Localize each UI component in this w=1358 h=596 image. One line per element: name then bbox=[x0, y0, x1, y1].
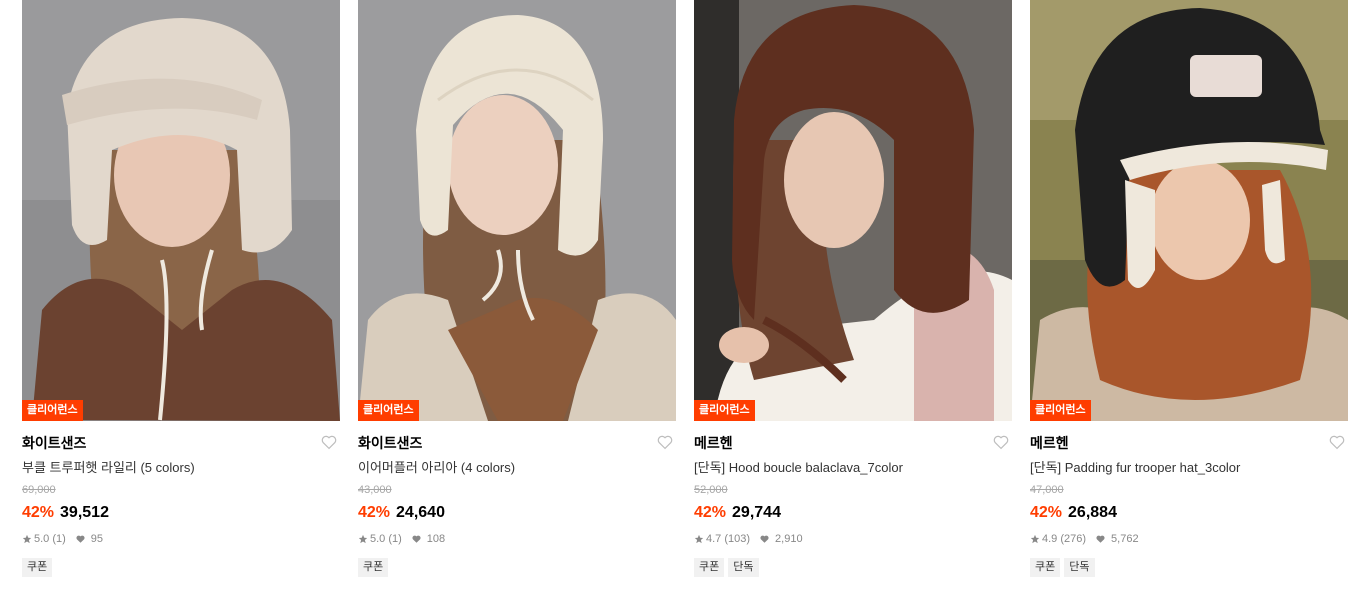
heart-filled-icon bbox=[412, 535, 421, 543]
brand-name[interactable]: 메르헨 bbox=[694, 432, 733, 454]
product-card[interactable]: 클리어런스 화이트샌즈 이어머플러 아리아 (4 colors) 43,000 … bbox=[358, 0, 676, 577]
clearance-tag: 클리어런스 bbox=[694, 400, 755, 421]
review-meta: 4.7 (103) 2,910 bbox=[694, 532, 1012, 546]
price-row: 42% 24,640 bbox=[358, 502, 676, 524]
heart-filled-icon bbox=[1096, 535, 1105, 543]
likes: 2,910 bbox=[759, 532, 803, 546]
price-row: 42% 26,884 bbox=[1030, 502, 1348, 524]
review-meta: 5.0 (1) 95 bbox=[22, 532, 340, 546]
star-icon bbox=[358, 534, 368, 544]
product-card[interactable]: 클리어런스 화이트샌즈 부클 트루퍼햇 라일리 (5 colors) 69,00… bbox=[22, 0, 340, 577]
like-count: 95 bbox=[90, 533, 104, 545]
badge-list: 쿠폰 bbox=[22, 558, 340, 577]
heart-icon[interactable] bbox=[992, 433, 1010, 451]
coupon-badge: 쿠폰 bbox=[358, 558, 389, 577]
product-card[interactable]: 클리어런스 메르헨 [단독] Hood boucle balaclava_7co… bbox=[694, 0, 1012, 577]
star-icon bbox=[1030, 534, 1040, 544]
badge-list: 쿠폰 단독 bbox=[694, 558, 1012, 577]
likes: 108 bbox=[411, 532, 445, 546]
sale-price: 39,512 bbox=[60, 504, 109, 521]
product-name[interactable]: [단독] Padding fur trooper hat_3color bbox=[1030, 459, 1348, 477]
product-name[interactable]: 부클 트루퍼햇 라일리 (5 colors) bbox=[22, 459, 340, 477]
clearance-tag: 클리어런스 bbox=[358, 400, 419, 421]
original-price: 47,000 bbox=[1030, 484, 1064, 496]
clearance-tag: 클리어런스 bbox=[22, 400, 83, 421]
star-icon bbox=[694, 534, 704, 544]
product-grid: 클리어런스 화이트샌즈 부클 트루퍼햇 라일리 (5 colors) 69,00… bbox=[22, 0, 1348, 577]
badge-list: 쿠폰 단독 bbox=[1030, 558, 1348, 577]
like-count: 5,762 bbox=[1111, 533, 1139, 545]
product-image[interactable]: 클리어런스 bbox=[1030, 0, 1348, 421]
product-name[interactable]: [단독] Hood boucle balaclava_7color bbox=[694, 459, 1012, 477]
heart-icon[interactable] bbox=[656, 433, 674, 451]
rating: 4.7 (103) bbox=[706, 533, 751, 545]
original-price: 52,000 bbox=[694, 484, 728, 496]
sale-price: 24,640 bbox=[396, 504, 445, 521]
heart-filled-icon bbox=[76, 535, 85, 543]
badge-list: 쿠폰 bbox=[358, 558, 676, 577]
price-row: 42% 39,512 bbox=[22, 502, 340, 524]
like-count: 2,910 bbox=[775, 533, 803, 545]
brand-name[interactable]: 화이트샌즈 bbox=[22, 432, 86, 454]
star-icon bbox=[22, 534, 32, 544]
price-row: 42% 29,744 bbox=[694, 502, 1012, 524]
product-image[interactable]: 클리어런스 bbox=[358, 0, 676, 421]
sale-price: 26,884 bbox=[1068, 504, 1117, 521]
brand-name[interactable]: 메르헨 bbox=[1030, 432, 1069, 454]
likes: 95 bbox=[75, 532, 103, 546]
rating: 5.0 (1) bbox=[370, 533, 402, 545]
discount-rate: 42% bbox=[358, 504, 391, 521]
product-card[interactable]: 클리어런스 메르헨 [단독] Padding fur trooper hat_3… bbox=[1030, 0, 1348, 577]
brand-name[interactable]: 화이트샌즈 bbox=[358, 432, 422, 454]
original-price: 43,000 bbox=[358, 484, 392, 496]
exclusive-badge: 단독 bbox=[1064, 558, 1095, 577]
product-image[interactable]: 클리어런스 bbox=[22, 0, 340, 421]
review-meta: 5.0 (1) 108 bbox=[358, 532, 676, 546]
original-price: 69,000 bbox=[22, 484, 56, 496]
product-name[interactable]: 이어머플러 아리아 (4 colors) bbox=[358, 459, 676, 477]
product-image[interactable]: 클리어런스 bbox=[694, 0, 1012, 421]
discount-rate: 42% bbox=[1030, 504, 1063, 521]
like-count: 108 bbox=[426, 533, 446, 545]
exclusive-badge: 단독 bbox=[728, 558, 759, 577]
discount-rate: 42% bbox=[694, 504, 727, 521]
heart-icon[interactable] bbox=[320, 433, 338, 451]
clearance-tag: 클리어런스 bbox=[1030, 400, 1091, 421]
heart-icon[interactable] bbox=[1328, 433, 1346, 451]
rating: 5.0 (1) bbox=[34, 533, 66, 545]
rating: 4.9 (276) bbox=[1042, 533, 1087, 545]
discount-rate: 42% bbox=[22, 504, 55, 521]
heart-filled-icon bbox=[760, 535, 769, 543]
review-meta: 4.9 (276) 5,762 bbox=[1030, 532, 1348, 546]
coupon-badge: 쿠폰 bbox=[1030, 558, 1061, 577]
coupon-badge: 쿠폰 bbox=[694, 558, 725, 577]
likes: 5,762 bbox=[1095, 532, 1139, 546]
coupon-badge: 쿠폰 bbox=[22, 558, 53, 577]
sale-price: 29,744 bbox=[732, 504, 781, 521]
